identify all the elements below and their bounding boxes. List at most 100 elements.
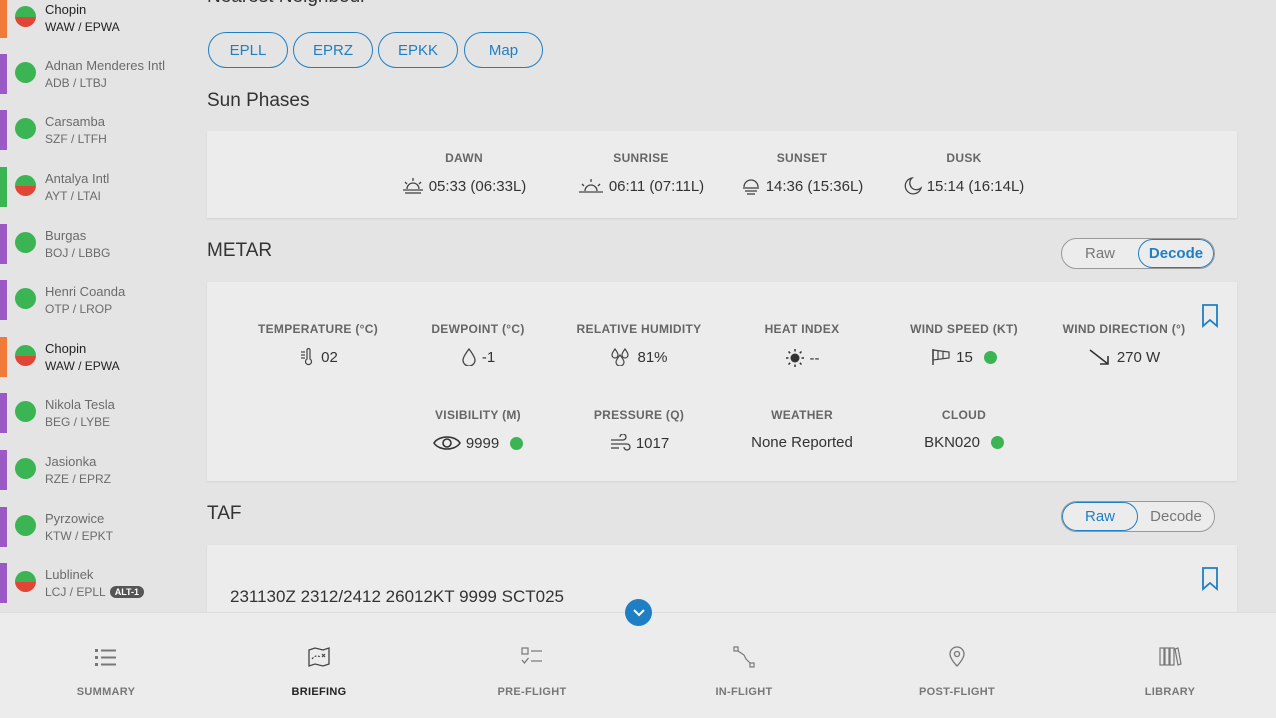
sun-dusk: DUSK 15:14 (16:14L) [884, 151, 1044, 195]
nav-in-flight[interactable]: IN-FLIGHT [654, 613, 834, 718]
airport-color-bar [0, 0, 7, 38]
status-dot [15, 175, 36, 196]
airport-name: Adnan Menderes Intl [45, 58, 165, 73]
airport-item-antalya[interactable]: Antalya Intl AYT / LTAI [0, 167, 196, 223]
visibility-label: VISIBILITY (M) [435, 408, 521, 422]
airport-color-bar [0, 54, 7, 94]
airport-name: Henri Coanda [45, 284, 126, 299]
taf-decode-button[interactable]: Decode [1138, 502, 1214, 531]
airport-item-chopin-2[interactable]: Chopin WAW / EPWA [0, 337, 196, 393]
airport-name: Lublinek [45, 567, 94, 582]
neighbour-button-epll[interactable]: EPLL [208, 32, 288, 68]
dawn-value: 05:33 (06:33L) [428, 177, 527, 195]
airport-color-bar [0, 110, 7, 150]
airport-sidebar: Chopin WAW / EPWA Adnan Menderes Intl AD… [0, 0, 196, 612]
map-button[interactable]: Map [464, 32, 543, 68]
weather-label: WEATHER [771, 408, 833, 422]
sun-phases-title: Sun Phases [207, 90, 310, 111]
status-dot [15, 571, 36, 592]
metar-wind-speed: WIND SPEED (KT) 15 [879, 322, 1049, 366]
status-dot [15, 232, 36, 253]
airport-item-chopin[interactable]: Chopin WAW / EPWA [0, 0, 196, 54]
airport-name: Antalya Intl [45, 171, 110, 186]
metar-visibility: VISIBILITY (M) 9999 [393, 408, 563, 452]
cloud-value: BKN020 [924, 434, 980, 451]
airport-code: WAW / EPWA [45, 359, 120, 373]
wind-direction-value: 270 W [1116, 348, 1161, 366]
nav-pre-flight-label: PRE-FLIGHT [497, 686, 567, 698]
bookmark-icon[interactable] [1200, 567, 1220, 591]
metar-decode-button[interactable]: Decode [1138, 239, 1214, 268]
airport-color-bar [0, 337, 7, 377]
nav-post-flight-label: POST-FLIGHT [918, 686, 996, 698]
metar-temperature: TEMPERATURE (°C) 02 [233, 322, 403, 366]
sunrise-icon [578, 179, 603, 193]
nav-summary-label: SUMMARY [76, 686, 136, 698]
neighbour-button-eprz[interactable]: EPRZ [293, 32, 373, 68]
airport-item-burgas[interactable]: Burgas BOJ / LBBG [0, 224, 196, 280]
airport-item-pyrzowice[interactable]: Pyrzowice KTW / EPKT [0, 507, 196, 563]
taf-raw-button[interactable]: Raw [1062, 502, 1138, 531]
cloud-status-dot [990, 436, 1004, 449]
bottom-navigation: SUMMARY BRIEFING PRE-FLIGHT IN-FLIGHT PO… [0, 612, 1276, 718]
checklist-icon [521, 647, 542, 665]
airport-code: LCJ / EPLL ALT-1 [45, 585, 145, 599]
nav-briefing-label: BRIEFING [291, 686, 347, 698]
airport-code: BOJ / LBBG [45, 246, 111, 260]
airport-name: Chopin [45, 341, 87, 356]
sunrise-label: SUNRISE [613, 151, 669, 165]
status-dot [15, 6, 36, 27]
eye-icon [432, 436, 461, 450]
sun-sunrise: SUNRISE 06:11 (07:11L) [561, 151, 721, 195]
status-dot [15, 288, 36, 309]
expand-button[interactable] [625, 599, 652, 626]
dusk-label: DUSK [946, 151, 982, 165]
airport-item-carsamba[interactable]: Carsamba SZF / LTFH [0, 110, 196, 166]
airport-code-text: LCJ / EPLL [45, 585, 106, 599]
nav-pre-flight[interactable]: PRE-FLIGHT [442, 613, 622, 718]
airport-code: AYT / LTAI [45, 189, 101, 203]
sunrise-value: 06:11 (07:11L) [608, 177, 705, 195]
briefing-content: Nearest Neighbour EPLL EPRZ EPKK Map Sun… [196, 0, 1276, 612]
nearest-neighbour-title: Nearest Neighbour [207, 0, 366, 8]
dewpoint-label: DEWPOINT (°C) [431, 322, 525, 336]
dawn-label: DAWN [445, 151, 483, 165]
wind-speed-label: WIND SPEED (KT) [910, 322, 1018, 336]
neighbour-button-epkk[interactable]: EPKK [378, 32, 458, 68]
nav-summary[interactable]: SUMMARY [16, 613, 196, 718]
temperature-label: TEMPERATURE (°C) [257, 322, 379, 336]
airport-color-bar [0, 280, 7, 320]
list-icon [95, 649, 116, 666]
alt-badge: ALT-1 [109, 586, 145, 598]
heat-index-label: HEAT INDEX [764, 322, 840, 336]
dewpoint-value: -1 [481, 348, 496, 366]
airport-item-adnan-menderes[interactable]: Adnan Menderes Intl ADB / LTBJ [0, 54, 196, 110]
route-icon [733, 646, 755, 668]
visibility-value: 9999 [465, 434, 500, 452]
airport-item-nikola-tesla[interactable]: Nikola Tesla BEG / LYBE [0, 393, 196, 449]
metar-raw-button[interactable]: Raw [1062, 239, 1138, 268]
windsock-icon [932, 349, 950, 365]
nav-in-flight-label: IN-FLIGHT [715, 686, 773, 698]
airport-item-lublinek[interactable]: Lublinek LCJ / EPLL ALT-1 [0, 563, 196, 612]
metar-weather: WEATHER None Reported [717, 408, 887, 451]
airport-name: Nikola Tesla [45, 397, 115, 412]
pressure-value: 1017 [635, 434, 670, 452]
nav-briefing[interactable]: BRIEFING [229, 613, 409, 718]
nav-post-flight[interactable]: POST-FLIGHT [867, 613, 1047, 718]
pressure-label: PRESSURE (Q) [593, 408, 685, 422]
sun-phases-card: DAWN 05:33 (06:33L) SUNRISE 06:11 (07:11… [207, 131, 1237, 218]
airport-code: BEG / LYBE [45, 415, 111, 429]
airport-name: Carsamba [45, 114, 105, 129]
airport-code: OTP / LROP [45, 302, 113, 316]
status-dot [15, 401, 36, 422]
airport-item-jasionka[interactable]: Jasionka RZE / EPRZ [0, 450, 196, 506]
metar-pressure: PRESSURE (Q) 1017 [554, 408, 724, 452]
nav-library[interactable]: LIBRARY [1080, 613, 1260, 718]
nav-library-label: LIBRARY [1144, 686, 1196, 698]
humidity-icon [611, 348, 630, 366]
airport-name: Chopin [45, 2, 87, 17]
airport-item-henri-coanda[interactable]: Henri Coanda OTP / LROP [0, 280, 196, 336]
wind-icon [610, 434, 631, 451]
thermometer-icon [301, 348, 313, 366]
